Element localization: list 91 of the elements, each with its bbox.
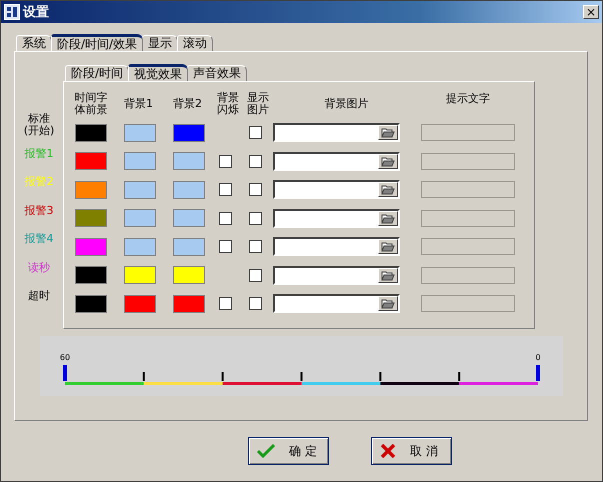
browse-button[interactable]: [378, 182, 398, 198]
color-swatch[interactable]: [124, 124, 156, 142]
color-swatch[interactable]: [75, 294, 107, 313]
folder-icon: [381, 270, 395, 281]
color-swatch[interactable]: [75, 238, 107, 256]
flash-checkbox[interactable]: [219, 297, 232, 310]
column-header: 背景1: [124, 98, 153, 110]
color-swatch[interactable]: [173, 209, 205, 228]
close-icon: [380, 444, 396, 458]
timeline-tick: [222, 372, 224, 381]
column-header: 背景闪烁: [217, 92, 240, 116]
row-label: 超时: [27, 288, 51, 304]
show-picture-checkbox[interactable]: [249, 212, 262, 225]
window-title: 设置: [23, 4, 50, 21]
flash-checkbox[interactable]: [219, 154, 232, 168]
show-picture-checkbox[interactable]: [249, 126, 262, 140]
flash-checkbox[interactable]: [219, 212, 232, 225]
end-marker: [536, 365, 540, 381]
color-swatch[interactable]: [124, 209, 156, 228]
column-header: 背景图片: [324, 98, 368, 110]
timeline-tick: [379, 372, 382, 381]
color-swatch[interactable]: [173, 152, 205, 170]
flash-checkbox[interactable]: [219, 240, 232, 254]
folder-icon: [381, 156, 395, 167]
timeline-tick: [142, 372, 145, 381]
browse-button[interactable]: [378, 268, 398, 283]
picture-path-field[interactable]: [273, 294, 400, 314]
picture-path-field[interactable]: [273, 237, 400, 256]
timeline-tick: [458, 372, 460, 381]
folder-icon: [381, 127, 395, 138]
color-swatch[interactable]: [173, 238, 205, 256]
column-header: 显示图片: [247, 92, 270, 116]
browse-button[interactable]: [378, 210, 398, 226]
tab[interactable]: 系统: [16, 35, 52, 51]
cancel-button[interactable]: 取 消: [371, 437, 452, 465]
picture-path-field[interactable]: [273, 266, 400, 285]
show-picture-checkbox[interactable]: [249, 183, 262, 196]
picture-path-field[interactable]: [273, 123, 400, 142]
timeline-start-label: 60: [60, 353, 70, 362]
start-marker: [63, 365, 67, 381]
color-swatch[interactable]: [124, 294, 156, 313]
timeline-end-label: 0: [535, 353, 541, 362]
subtab[interactable]: 声音效果: [187, 65, 248, 81]
browse-button[interactable]: [378, 154, 398, 169]
row-label: 报警3: [24, 202, 54, 219]
color-swatch[interactable]: [124, 266, 156, 284]
column-header: 时间字体前景: [74, 92, 108, 116]
color-swatch[interactable]: [124, 180, 156, 199]
row-label: 报警2: [24, 174, 54, 190]
browse-button[interactable]: [378, 125, 398, 140]
tab[interactable]: 滚动: [177, 35, 214, 51]
color-swatch[interactable]: [75, 152, 107, 170]
folder-icon: [381, 298, 395, 310]
color-swatch[interactable]: [173, 180, 205, 199]
column-header: 提示文字: [446, 93, 490, 105]
show-picture-checkbox[interactable]: [249, 240, 262, 254]
timeline-tick: [300, 372, 302, 381]
check-icon: [257, 444, 275, 458]
app-icon: [4, 4, 20, 20]
row-label: 标准 (开始): [22, 111, 56, 140]
row-label: 报警1: [24, 146, 54, 162]
picture-path-field[interactable]: [273, 152, 400, 171]
color-swatch[interactable]: [173, 294, 205, 313]
color-swatch[interactable]: [75, 124, 107, 142]
column-header: 背景2: [173, 98, 202, 110]
color-swatch[interactable]: [75, 180, 107, 199]
tab[interactable]: 显示: [142, 35, 178, 51]
show-picture-checkbox[interactable]: [249, 154, 262, 168]
row-label: 读秒: [27, 260, 51, 276]
browse-button[interactable]: [378, 296, 398, 312]
tab[interactable]: 阶段/时间/效果: [51, 34, 144, 51]
picture-path-field[interactable]: [273, 208, 400, 228]
color-swatch[interactable]: [173, 124, 205, 142]
browse-button[interactable]: [378, 239, 398, 254]
subtab[interactable]: 视觉效果: [128, 64, 188, 81]
show-picture-checkbox[interactable]: [249, 297, 262, 310]
folder-icon: [381, 241, 395, 252]
show-picture-checkbox[interactable]: [249, 268, 262, 282]
subtab[interactable]: 阶段/时间: [65, 65, 130, 81]
folder-icon: [381, 212, 395, 224]
color-swatch[interactable]: [124, 152, 156, 170]
color-swatch[interactable]: [75, 209, 107, 228]
color-swatch[interactable]: [75, 266, 107, 284]
ok-button[interactable]: 确 定: [248, 437, 329, 465]
color-swatch[interactable]: [124, 238, 156, 256]
flash-checkbox[interactable]: [219, 183, 232, 196]
color-swatch[interactable]: [173, 266, 205, 284]
row-label: 报警4: [24, 231, 54, 248]
close-button[interactable]: ×: [583, 5, 599, 19]
picture-path-field[interactable]: [273, 180, 400, 200]
folder-icon: [381, 184, 395, 196]
